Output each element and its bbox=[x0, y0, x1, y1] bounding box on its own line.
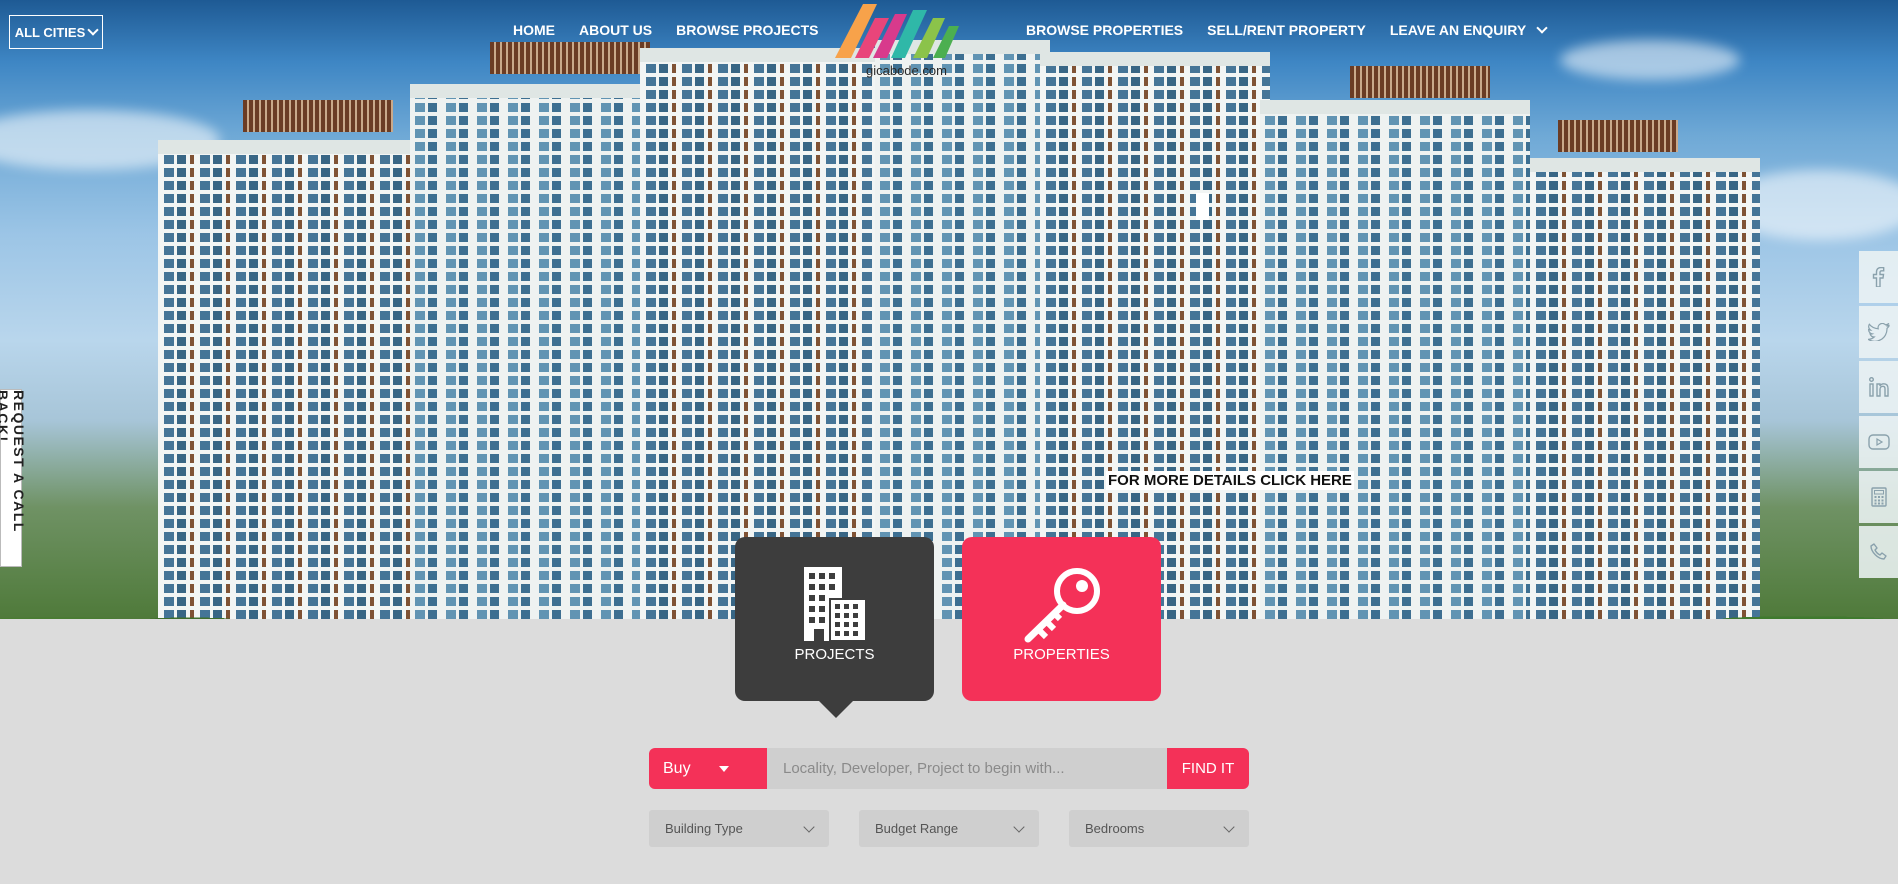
more-details-link[interactable]: FOR MORE DETAILS CLICK HERE bbox=[1106, 471, 1354, 490]
linkedin-icon[interactable] bbox=[1859, 361, 1898, 413]
caret-down-icon bbox=[718, 765, 729, 772]
city-selector[interactable]: ALL CITIES bbox=[9, 15, 103, 49]
logo-text: gicabode.com bbox=[866, 63, 947, 78]
budget-range-label: Budget Range bbox=[875, 821, 959, 836]
nav-leave-an-enquiry-label: LEAVE AN ENQUIRY bbox=[1389, 22, 1527, 38]
chevron-down-icon bbox=[1223, 820, 1235, 833]
properties-card[interactable]: PROPERTIES bbox=[962, 537, 1161, 701]
nav-left: HOME ABOUT US BROWSE PROJECTS bbox=[513, 22, 818, 38]
banner-marker bbox=[1196, 193, 1209, 220]
city-selector-label: ALL CITIES bbox=[14, 24, 86, 40]
projects-label: PROJECTS bbox=[794, 646, 875, 663]
nav-leave-an-enquiry[interactable]: LEAVE AN ENQUIRY bbox=[1389, 22, 1548, 38]
youtube-icon[interactable] bbox=[1859, 416, 1898, 468]
hero-banner bbox=[0, 0, 1898, 619]
listing-type-value: Buy bbox=[663, 759, 691, 777]
request-callback-tab[interactable]: REQUEST A CALL BACK! bbox=[0, 389, 27, 567]
building-type-select[interactable]: Building Type bbox=[649, 810, 829, 847]
find-it-button[interactable]: FIND IT bbox=[1167, 748, 1249, 789]
chevron-down-icon bbox=[803, 820, 815, 833]
buildings-icon bbox=[803, 567, 867, 641]
search-bar: Buy FIND IT bbox=[649, 748, 1249, 789]
twitter-icon[interactable] bbox=[1859, 306, 1898, 358]
chevron-down-icon bbox=[1013, 820, 1025, 833]
phone-icon[interactable] bbox=[1859, 526, 1898, 578]
nav-browse-projects[interactable]: BROWSE PROJECTS bbox=[676, 22, 818, 38]
nav-about-us[interactable]: ABOUT US bbox=[579, 22, 652, 38]
nav-right: BROWSE PROPERTIES SELL/RENT PROPERTY LEA… bbox=[1026, 22, 1548, 38]
bedrooms-label: Bedrooms bbox=[1085, 821, 1145, 836]
projects-card[interactable]: PROJECTS bbox=[735, 537, 934, 718]
listing-type-select[interactable]: Buy bbox=[649, 748, 767, 789]
building-type-label: Building Type bbox=[665, 821, 743, 836]
nav-browse-properties[interactable]: BROWSE PROPERTIES bbox=[1026, 22, 1183, 38]
nav-home[interactable]: HOME bbox=[513, 22, 555, 38]
nav-sell-rent-property[interactable]: SELL/RENT PROPERTY bbox=[1207, 22, 1366, 38]
chevron-down-icon bbox=[87, 24, 99, 36]
properties-label: PROPERTIES bbox=[1013, 646, 1110, 663]
chevron-down-icon[interactable] bbox=[1536, 22, 1548, 34]
bedrooms-select[interactable]: Bedrooms bbox=[1069, 810, 1249, 847]
budget-range-select[interactable]: Budget Range bbox=[859, 810, 1039, 847]
calculator-icon[interactable] bbox=[1859, 471, 1898, 523]
key-icon bbox=[1024, 568, 1100, 643]
facebook-icon[interactable] bbox=[1859, 251, 1898, 303]
social-sidebar bbox=[1859, 251, 1898, 581]
search-input[interactable] bbox=[767, 748, 1167, 789]
